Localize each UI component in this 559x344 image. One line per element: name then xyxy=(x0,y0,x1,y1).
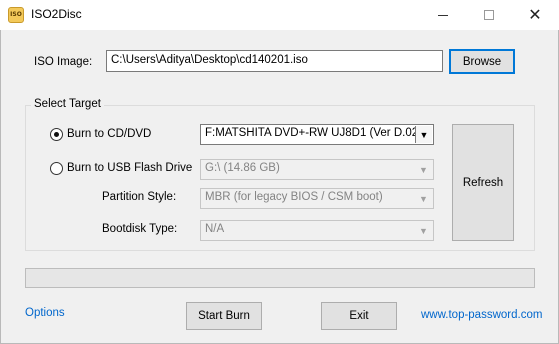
exit-button[interactable]: Exit xyxy=(321,302,397,330)
app-icon: ISO xyxy=(8,7,24,23)
partition-style-value: MBR (for legacy BIOS / CSM boot) xyxy=(205,191,383,203)
cd-drive-select[interactable]: F:MATSHITA DVD+-RW UJ8D1 (Ver D.02) ▼ xyxy=(200,124,434,145)
usb-drive-select[interactable]: G:\ (14.86 GB) ▼ xyxy=(200,159,434,180)
window-title: ISO2Disc xyxy=(31,7,82,21)
close-icon: ✕ xyxy=(528,7,542,24)
usb-drive-value: G:\ (14.86 GB) xyxy=(205,162,280,174)
bootdisk-type-value: N/A xyxy=(205,223,225,235)
minimize-button[interactable] xyxy=(420,0,466,30)
maximize-icon xyxy=(484,10,494,20)
bootdisk-type-label: Bootdisk Type: xyxy=(102,223,178,235)
burn-cd-label[interactable]: Burn to CD/DVD xyxy=(67,128,151,140)
chevron-down-icon: ▼ xyxy=(419,193,428,204)
burn-usb-label[interactable]: Burn to USB Flash Drive xyxy=(67,162,192,174)
burn-usb-radio[interactable] xyxy=(50,162,63,175)
iso-path-field[interactable]: C:\Users\Aditya\Desktop\cd140201.iso xyxy=(106,50,443,72)
client-area: ISO Image: C:\Users\Aditya\Desktop\cd140… xyxy=(0,30,559,344)
iso-image-label: ISO Image: xyxy=(34,56,93,68)
title-bar: ISO ISO2Disc ✕ xyxy=(0,0,559,30)
bootdisk-type-select[interactable]: N/A ▼ xyxy=(200,220,434,241)
maximize-button[interactable] xyxy=(466,0,512,30)
refresh-button-label: Refresh xyxy=(462,176,504,189)
select-target-title: Select Target xyxy=(31,98,104,110)
refresh-button[interactable]: Refresh xyxy=(452,124,514,241)
partition-style-select[interactable]: MBR (for legacy BIOS / CSM boot) ▼ xyxy=(200,188,434,209)
close-button[interactable]: ✕ xyxy=(512,0,558,30)
start-burn-button[interactable]: Start Burn xyxy=(186,302,262,330)
start-burn-label: Start Burn xyxy=(198,310,250,322)
options-link[interactable]: Options xyxy=(25,307,65,319)
chevron-down-icon: ▼ xyxy=(419,225,428,236)
partition-style-label: Partition Style: xyxy=(102,191,177,203)
browse-button[interactable]: Browse xyxy=(449,49,515,74)
minimize-icon xyxy=(438,14,448,16)
website-link[interactable]: www.top-password.com xyxy=(421,309,542,321)
exit-label: Exit xyxy=(349,310,369,322)
browse-button-label: Browse xyxy=(462,55,502,68)
chevron-down-icon: ▼ xyxy=(415,126,432,143)
burn-progress-bar xyxy=(25,268,535,288)
chevron-down-icon: ▼ xyxy=(419,164,428,175)
burn-cd-radio[interactable] xyxy=(50,128,63,141)
cd-drive-value: F:MATSHITA DVD+-RW UJ8D1 (Ver D.02) xyxy=(205,127,422,139)
